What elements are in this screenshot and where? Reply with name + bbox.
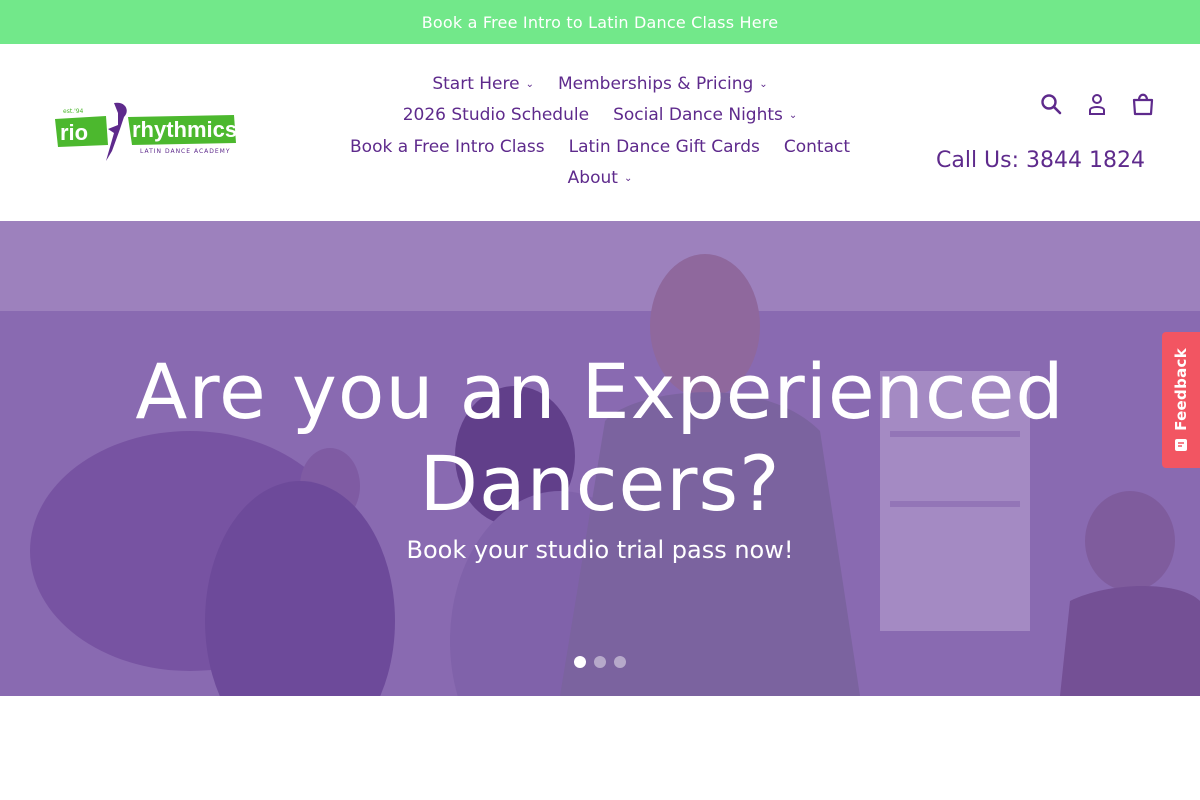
nav-label: Social Dance Nights [613, 105, 783, 126]
logo-dancer-figure [106, 102, 127, 161]
slideshow-dots [574, 656, 626, 668]
nav-item-contact[interactable]: Contact [784, 137, 850, 157]
nav-item-studio-schedule[interactable]: 2026 Studio Schedule [403, 105, 589, 125]
chevron-down-icon: ⌄ [788, 110, 798, 122]
hero-subtitle: Book your studio trial pass now! [406, 536, 794, 564]
account-button[interactable] [1085, 92, 1109, 116]
slide-dot-1[interactable] [574, 656, 586, 668]
search-button[interactable] [1039, 92, 1063, 116]
nav-label: 2026 Studio Schedule [402, 105, 590, 126]
nav-row-2: 2026 Studio Schedule Social Dance Nights… [300, 100, 900, 132]
announcement-bar[interactable]: Book a Free Intro to Latin Dance Class H… [0, 0, 1200, 44]
nav-label: Start Here [432, 73, 520, 94]
header-icons [1039, 92, 1155, 116]
main-navigation: Start Here ⌄ Memberships & Pricing ⌄ 2026 … [300, 68, 900, 194]
feedback-icon [1175, 439, 1187, 452]
announcement-text[interactable]: Book a Free Intro to Latin Dance Class H… [422, 13, 779, 32]
phone-number: Call Us: 3844 1824 [936, 148, 1145, 173]
nav-row-3: Book a Free Intro Class Latin Dance Gift… [300, 131, 900, 163]
feedback-tab[interactable]: Feedback [1162, 332, 1200, 468]
slide-dot-3[interactable] [614, 656, 626, 668]
nav-item-memberships-pricing[interactable]: Memberships & Pricing ⌄ [558, 74, 768, 94]
chevron-down-icon: ⌄ [759, 78, 768, 90]
nav-label: Memberships & Pricing [557, 73, 754, 94]
hero-title: Are you an Experienced Dancers? [100, 346, 1100, 530]
nav-item-gift-cards[interactable]: Latin Dance Gift Cards [569, 137, 760, 157]
nav-row-4: About ⌄ [300, 163, 900, 195]
cart-icon [1132, 93, 1154, 116]
logo-tagline: LATIN DANCE ACADEMY [140, 148, 231, 155]
logo-word-rhythmics: rhythmics [132, 117, 236, 142]
nav-label: About [567, 168, 618, 189]
chevron-down-icon: ⌄ [623, 173, 633, 185]
hero-title-line-1: Are you an Experienced [135, 347, 1065, 436]
account-icon [1089, 94, 1105, 115]
nav-item-book-intro-class[interactable]: Book a Free Intro Class [350, 137, 545, 157]
nav-item-social-dance-nights[interactable]: Social Dance Nights ⌄ [613, 105, 797, 125]
chevron-down-icon: ⌄ [525, 78, 534, 90]
nav-label: Book a Free Intro Class [350, 136, 545, 157]
nav-item-start-here[interactable]: Start Here ⌄ [432, 74, 534, 94]
rio-rhythmics-logo[interactable]: est.'94 rio rhythmics LATIN DANCE ACADEM… [54, 99, 236, 165]
slide-dot-2[interactable] [594, 656, 606, 668]
nav-row-1: Start Here ⌄ Memberships & Pricing ⌄ [300, 68, 900, 100]
cart-button[interactable] [1131, 92, 1155, 116]
nav-item-about[interactable]: About ⌄ [568, 168, 633, 188]
search-icon [1041, 94, 1062, 115]
hero-title-line-2: Dancers? [419, 439, 781, 528]
site-header: est.'94 rio rhythmics LATIN DANCE ACADEM… [0, 44, 1200, 221]
feedback-label: Feedback [1172, 347, 1190, 431]
logo-est-text: est.'94 [63, 108, 84, 115]
logo-word-rio: rio [60, 120, 88, 145]
hero-slideshow: Are you an Experienced Dancers? Book you… [0, 221, 1200, 696]
nav-label: Contact [783, 136, 850, 157]
nav-label: Latin Dance Gift Cards [568, 136, 760, 157]
